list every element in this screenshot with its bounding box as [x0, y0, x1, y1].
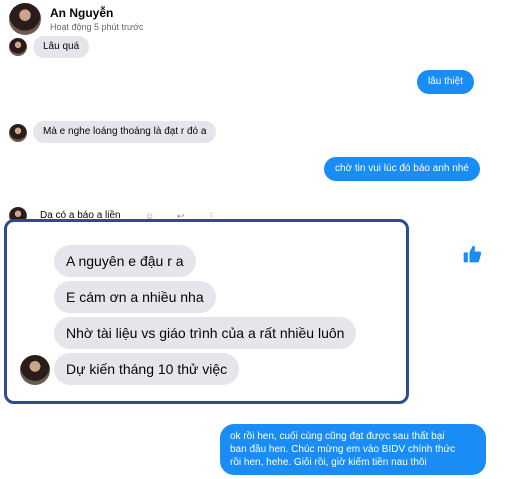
sender-avatar: [20, 355, 50, 385]
thumbs-up-icon[interactable]: [462, 244, 482, 264]
highlight-box: A nguyên e đậu r a E cám ơn a nhiều nha …: [4, 219, 409, 404]
incoming-message[interactable]: A nguyên e đậu r a: [54, 245, 196, 277]
contact-avatar[interactable]: [9, 3, 41, 35]
incoming-message[interactable]: E cám ơn a nhiều nha: [54, 281, 216, 313]
outgoing-message[interactable]: chờ tin vui lúc đó báo anh nhé: [324, 157, 480, 181]
message-line: ok rồi hen, cuối cùng cũng đạt được sau …: [230, 431, 445, 442]
outgoing-message[interactable]: lâu thiệt: [417, 70, 475, 94]
outgoing-message[interactable]: ok rồi hen, cuối cùng cũng đạt được sau …: [220, 424, 486, 475]
message-line: rồi hen, hehe. Giỏi rồi, giờ kiếm tiền n…: [230, 457, 427, 468]
chat-header: An Nguyễn Hoạt động 5 phút trước: [0, 0, 507, 38]
incoming-message[interactable]: Mà e nghe loáng thoáng là đạt r đó a: [33, 121, 217, 143]
incoming-message[interactable]: Nhờ tài liệu vs giáo trình của a rất nhi…: [54, 317, 357, 349]
incoming-message[interactable]: Dự kiến tháng 10 thử việc: [54, 353, 240, 385]
message-line: ban đầu hen. Chúc mừng em vào BIDV chính…: [230, 444, 456, 455]
sender-avatar: [9, 124, 27, 142]
sender-avatar: [9, 38, 27, 56]
contact-name[interactable]: An Nguyễn: [50, 6, 113, 20]
active-status: Hoạt động 5 phút trước: [50, 22, 144, 32]
incoming-message[interactable]: Lâu quá: [33, 36, 90, 58]
